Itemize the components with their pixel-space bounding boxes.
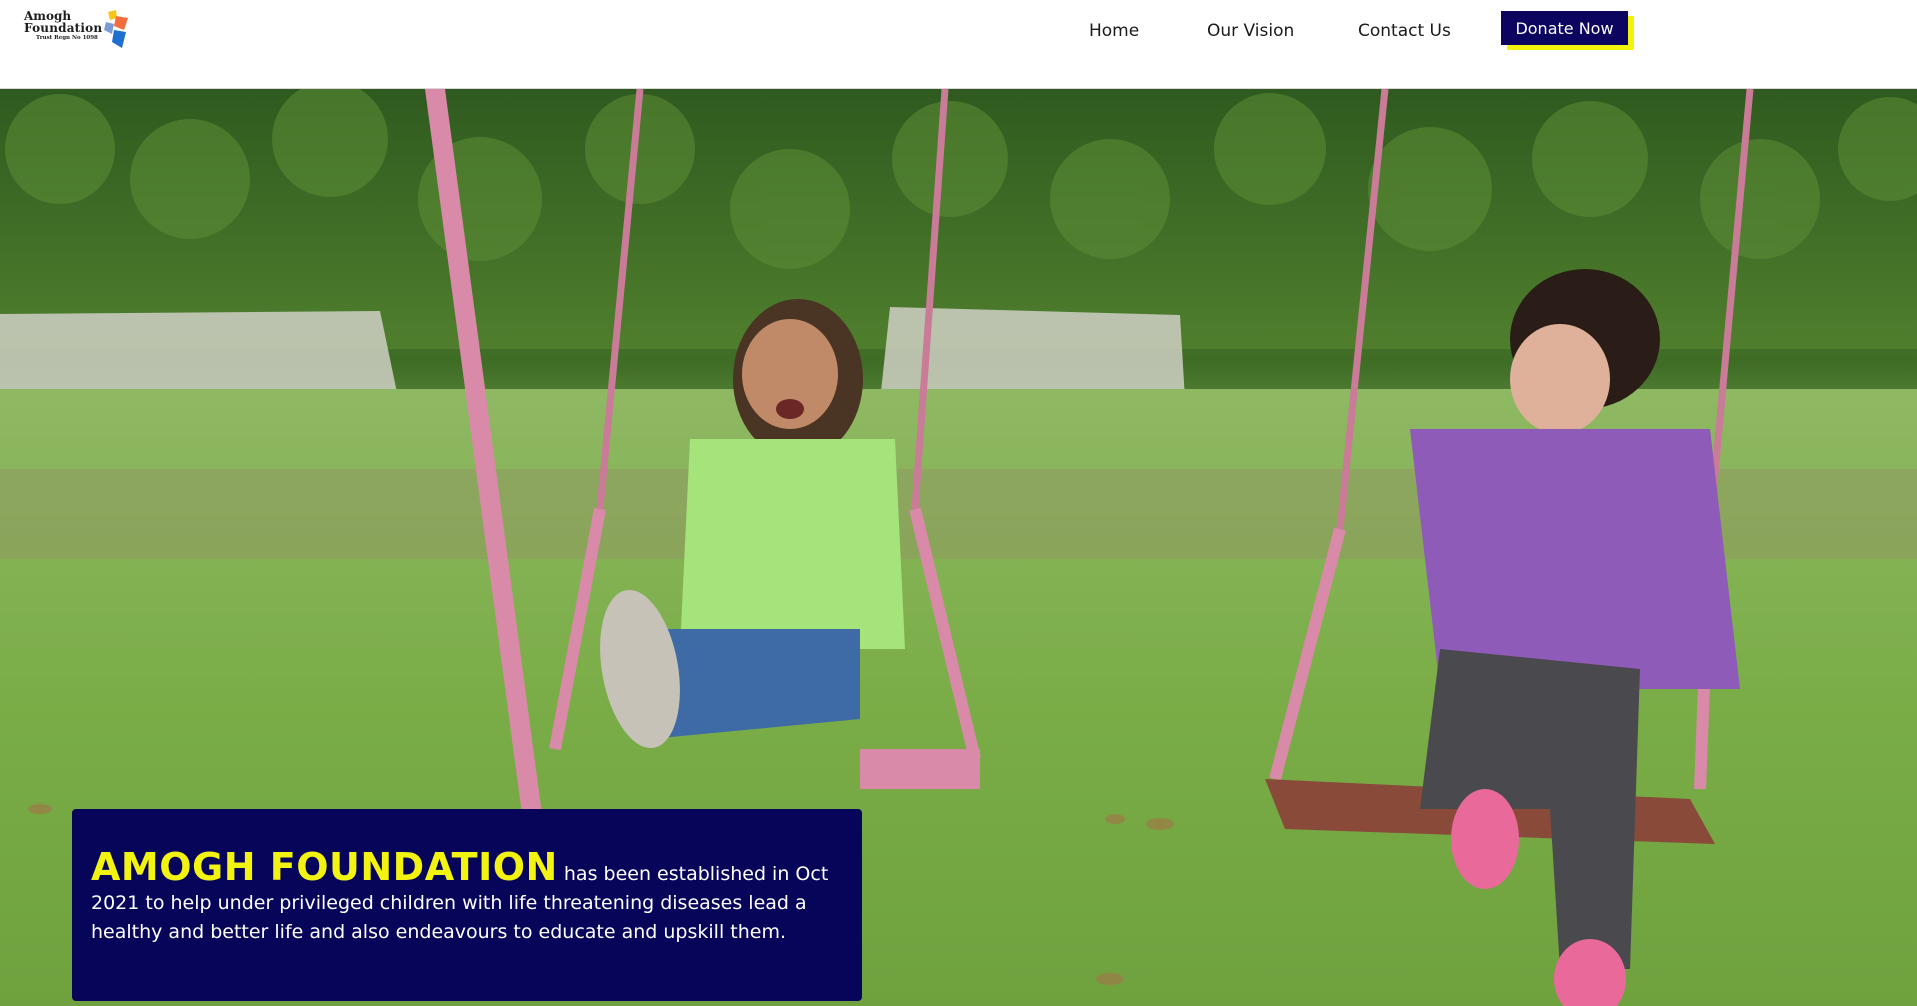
donate-button-wrapper: Donate Now xyxy=(1501,11,1634,50)
logo[interactable]: Amogh Foundation Trust Regn No 1098 xyxy=(22,8,134,52)
nav-home-link[interactable]: Home xyxy=(1089,21,1139,41)
donate-now-button[interactable]: Donate Now xyxy=(1501,11,1628,45)
logo-trust-regn: Trust Regn No 1098 xyxy=(36,35,98,41)
brand-heading: AMOGH FOUNDATION xyxy=(91,845,558,889)
logo-text-line2: Foundation xyxy=(24,21,103,35)
logo-puzzle-icon xyxy=(104,10,128,48)
nav-contact-us-link[interactable]: Contact Us xyxy=(1358,21,1451,41)
site-header: Amogh Foundation Trust Regn No 1098 Home… xyxy=(0,0,1917,89)
hero-section: AMOGH FOUNDATION has been established in… xyxy=(0,89,1917,1006)
mission-text: AMOGH FOUNDATION has been established in… xyxy=(91,848,851,947)
nav-our-vision-link[interactable]: Our Vision xyxy=(1207,21,1294,41)
mission-callout: AMOGH FOUNDATION has been established in… xyxy=(72,809,862,1001)
